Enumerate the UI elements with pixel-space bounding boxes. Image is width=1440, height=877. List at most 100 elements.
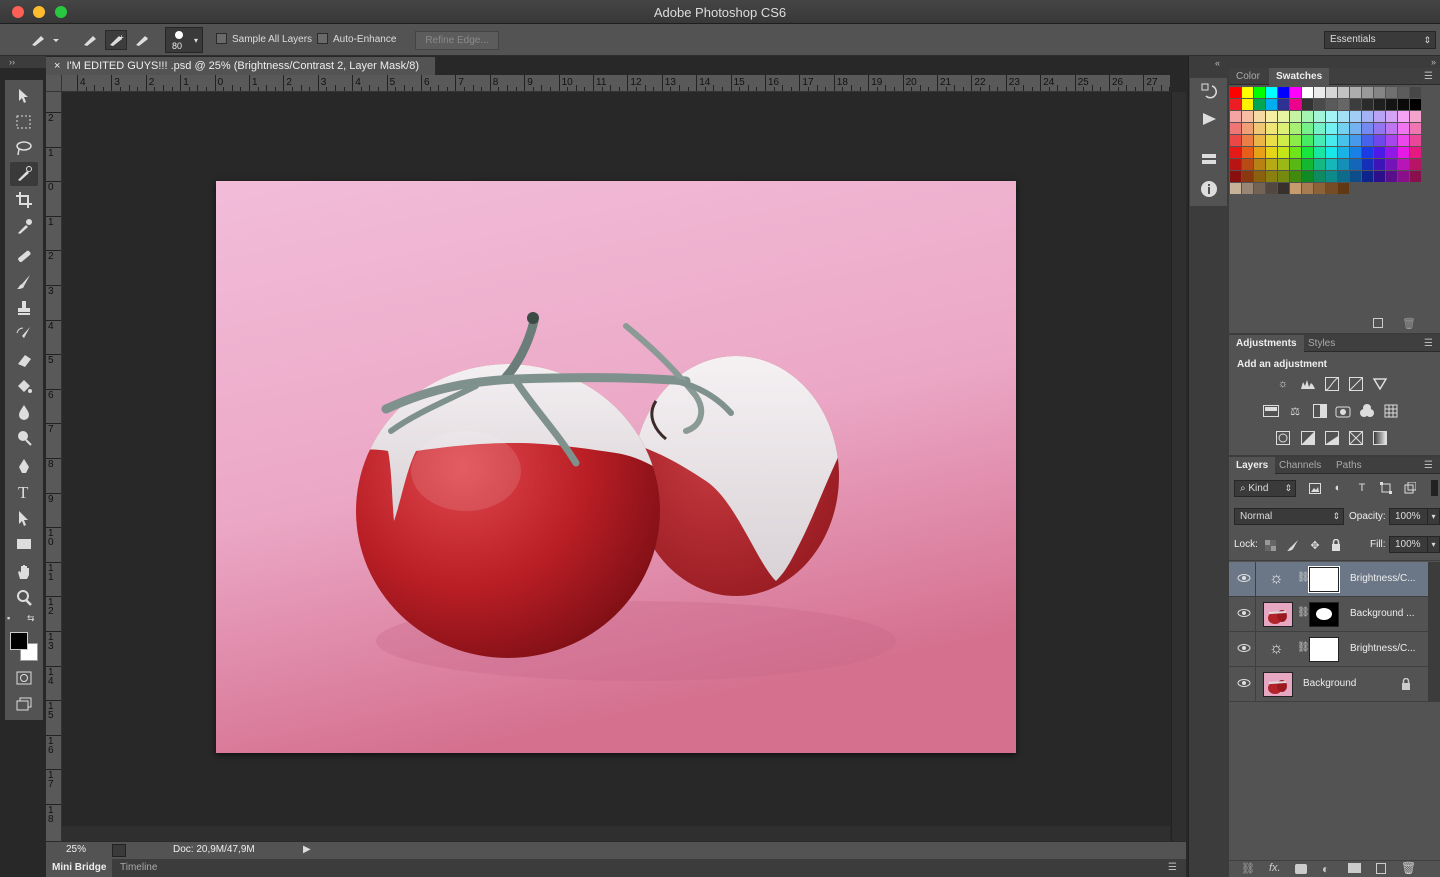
swatch[interactable] — [1386, 123, 1397, 134]
swatch[interactable] — [1410, 135, 1421, 146]
curves-icon[interactable] — [1323, 376, 1341, 392]
vertical-scrollbar[interactable] — [1171, 92, 1186, 841]
swatch[interactable] — [1386, 159, 1397, 170]
swatch[interactable] — [1350, 99, 1361, 110]
swatch[interactable] — [1314, 123, 1325, 134]
swatch[interactable] — [1350, 147, 1361, 158]
blend-mode-select[interactable]: Normal ⇕ — [1234, 508, 1344, 525]
swatch[interactable] — [1362, 99, 1373, 110]
zoom-level[interactable]: 25% — [66, 844, 86, 855]
swatch[interactable] — [1230, 135, 1241, 146]
swatch[interactable] — [1410, 111, 1421, 122]
swatch[interactable] — [1410, 99, 1421, 110]
swatch[interactable] — [1326, 159, 1337, 170]
swatch[interactable] — [1350, 123, 1361, 134]
swatch[interactable] — [1290, 159, 1301, 170]
swatch[interactable] — [1266, 111, 1277, 122]
swatch[interactable] — [1374, 99, 1385, 110]
tab-paths[interactable]: Paths — [1329, 457, 1369, 474]
swatch[interactable] — [1254, 159, 1265, 170]
swatch[interactable] — [1278, 171, 1289, 182]
visibility-eye-icon[interactable] — [1237, 607, 1251, 619]
chain-link-icon[interactable]: ⛓ — [1297, 642, 1310, 653]
ruler-origin[interactable] — [46, 75, 62, 92]
swatch[interactable] — [1326, 147, 1337, 158]
fill-input[interactable]: 100% — [1389, 536, 1428, 553]
swatch[interactable] — [1266, 183, 1277, 194]
swatch[interactable] — [1242, 159, 1253, 170]
swatch[interactable] — [1278, 147, 1289, 158]
swatch[interactable] — [1338, 111, 1349, 122]
swatch[interactable] — [1290, 183, 1301, 194]
gradient-map-icon[interactable] — [1371, 430, 1389, 446]
toolbox-header[interactable] — [0, 56, 46, 68]
swatch[interactable] — [1242, 147, 1253, 158]
visibility-eye-icon[interactable] — [1237, 677, 1251, 689]
default-colors-icon[interactable]: ▪ — [7, 613, 10, 623]
swatch[interactable] — [1398, 147, 1409, 158]
tab-timeline[interactable]: Timeline — [114, 859, 163, 877]
swatch[interactable] — [1374, 171, 1385, 182]
tab-mini-bridge[interactable]: Mini Bridge — [46, 859, 113, 877]
layer-name[interactable]: Brightness/C... — [1350, 643, 1416, 654]
swatch[interactable] — [1338, 147, 1349, 158]
clone-stamp-tool-icon[interactable] — [10, 296, 38, 320]
layers-scrollbar[interactable] — [1428, 562, 1440, 702]
add-to-selection-icon[interactable]: + — [105, 30, 127, 50]
panel-menu-icon[interactable]: ☰ — [1424, 71, 1433, 82]
swatch[interactable] — [1254, 99, 1265, 110]
swatch[interactable] — [1398, 171, 1409, 182]
blur-tool-icon[interactable] — [10, 400, 38, 424]
swatch[interactable] — [1266, 159, 1277, 170]
collapse-dock-icon[interactable]: « — [1215, 58, 1220, 68]
swatch[interactable] — [1398, 123, 1409, 134]
tab-swatches[interactable]: Swatches — [1269, 68, 1330, 85]
swatch[interactable] — [1338, 183, 1349, 194]
tab-styles[interactable]: Styles — [1301, 335, 1342, 352]
swatch[interactable] — [1362, 147, 1373, 158]
screen-mode-icon[interactable] — [10, 692, 38, 716]
swatch[interactable] — [1350, 87, 1361, 98]
eyedropper-tool-icon[interactable] — [10, 214, 38, 238]
black-white-icon[interactable] — [1311, 403, 1329, 419]
status-menu-arrow-icon[interactable]: ▶ — [303, 844, 311, 855]
swatch[interactable] — [1314, 111, 1325, 122]
history-brush-tool-icon[interactable] — [10, 322, 38, 346]
workspace-select[interactable]: Essentials ⇕ — [1324, 31, 1436, 49]
layer-row[interactable]: ☼ ⛓ Brightness/C... — [1229, 632, 1428, 667]
swatch[interactable] — [1326, 183, 1337, 194]
new-group-icon[interactable] — [1348, 863, 1361, 873]
swatch[interactable] — [1290, 147, 1301, 158]
visibility-eye-icon[interactable] — [1237, 642, 1251, 654]
threshold-icon[interactable] — [1323, 430, 1341, 446]
swatch[interactable] — [1254, 171, 1265, 182]
photo-filter-icon[interactable] — [1334, 403, 1352, 419]
swatch[interactable] — [1338, 99, 1349, 110]
rectangle-tool-icon[interactable] — [10, 532, 38, 556]
swatch[interactable] — [1302, 159, 1313, 170]
swatch[interactable] — [1398, 159, 1409, 170]
swatch[interactable] — [1314, 159, 1325, 170]
brightness-contrast-icon[interactable]: ☼ — [1274, 376, 1292, 392]
swatch[interactable] — [1290, 87, 1301, 98]
document-canvas[interactable] — [216, 181, 1016, 753]
posterize-icon[interactable] — [1299, 430, 1317, 446]
channel-mixer-icon[interactable] — [1358, 403, 1376, 419]
swatch[interactable] — [1254, 147, 1265, 158]
swatch[interactable] — [1338, 159, 1349, 170]
swatch[interactable] — [1242, 111, 1253, 122]
swatch[interactable] — [1230, 87, 1241, 98]
swatch[interactable] — [1410, 147, 1421, 158]
swatch[interactable] — [1398, 87, 1409, 98]
new-selection-icon[interactable] — [79, 30, 101, 50]
swatch[interactable] — [1302, 135, 1313, 146]
swatch[interactable] — [1266, 135, 1277, 146]
auto-enhance-checkbox[interactable] — [317, 33, 328, 44]
pen-tool-icon[interactable] — [10, 454, 38, 478]
swatch[interactable] — [1386, 111, 1397, 122]
swatch[interactable] — [1278, 135, 1289, 146]
tool-preset-picker[interactable] — [26, 30, 62, 50]
swatch[interactable] — [1254, 123, 1265, 134]
horizontal-scrollbar[interactable] — [62, 826, 1170, 841]
swatch[interactable] — [1350, 111, 1361, 122]
